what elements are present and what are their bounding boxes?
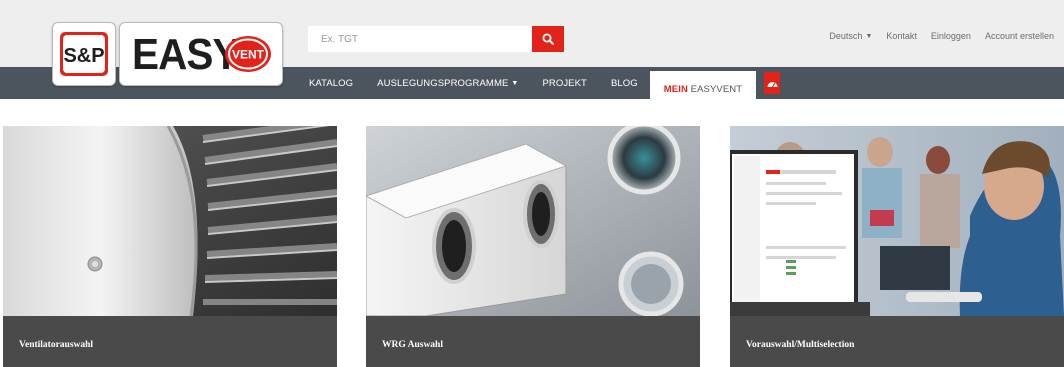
nav-my-suffix: EASYVENT [690,83,743,95]
office-monitor-image [730,126,1064,316]
nav-blog[interactable]: BLOG [599,67,650,99]
card-title: Vorauswahl/Multiselection [746,340,855,350]
card-title: WRG Auswahl [382,340,443,350]
card-footer: Vorauswahl/Multiselection [730,316,1064,367]
fan-wheel-image [3,126,337,316]
nav-my-prefix: MEIN [663,83,688,95]
language-label: Deutsch [829,31,863,41]
vent-badge-logo: VENT [225,36,271,72]
chevron-down-icon: ▼ [865,33,873,40]
card-preselection[interactable]: Vorauswahl/Multiselection [730,126,1064,367]
nav-my-easyvent[interactable]: MEIN EASYVENT [649,71,757,107]
easyvent-logo[interactable]: EASY VENT [119,22,283,86]
sp-logo-mark: S&P [60,32,108,76]
nav-design-programs-label: AUSLEGUNGSPROGRAMME [377,77,509,89]
sp-logo[interactable]: S&P [52,22,116,86]
search-icon [542,33,554,45]
svg-text:VENT: VENT [232,48,265,62]
login-link[interactable]: Einloggen [931,31,971,41]
dashboard-button[interactable] [764,72,781,94]
top-links: Deutsch ▼ Kontakt Einloggen Account erste… [829,31,1054,41]
chevron-down-icon: ▼ [511,79,519,87]
contact-link[interactable]: Kontakt [886,31,917,41]
main-nav: KATALOG AUSLEGUNGSPROGRAMME ▼ PROJEKT BL… [297,67,781,107]
language-selector[interactable]: Deutsch ▼ [829,31,872,41]
search-button[interactable] [532,26,564,52]
card-fan-selection[interactable]: Ventilatorauswahl [3,126,337,367]
heat-recovery-unit-image [366,126,700,316]
register-link[interactable]: Account erstellen [985,31,1054,41]
dashboard-icon [767,81,778,87]
nav-catalog[interactable]: KATALOG [297,67,365,99]
logo-easy-text: EASY [132,30,239,79]
card-footer: WRG Auswahl [366,316,700,367]
search-input[interactable] [308,26,532,52]
card-footer: Ventilatorauswahl [3,316,337,367]
card-hrv-selection[interactable]: WRG Auswahl [366,126,700,367]
nav-project[interactable]: PROJEKT [530,67,599,99]
card-title: Ventilatorauswahl [19,340,94,350]
nav-design-programs[interactable]: AUSLEGUNGSPROGRAMME ▼ [365,67,530,99]
svg-text:S&P: S&P [63,45,104,67]
